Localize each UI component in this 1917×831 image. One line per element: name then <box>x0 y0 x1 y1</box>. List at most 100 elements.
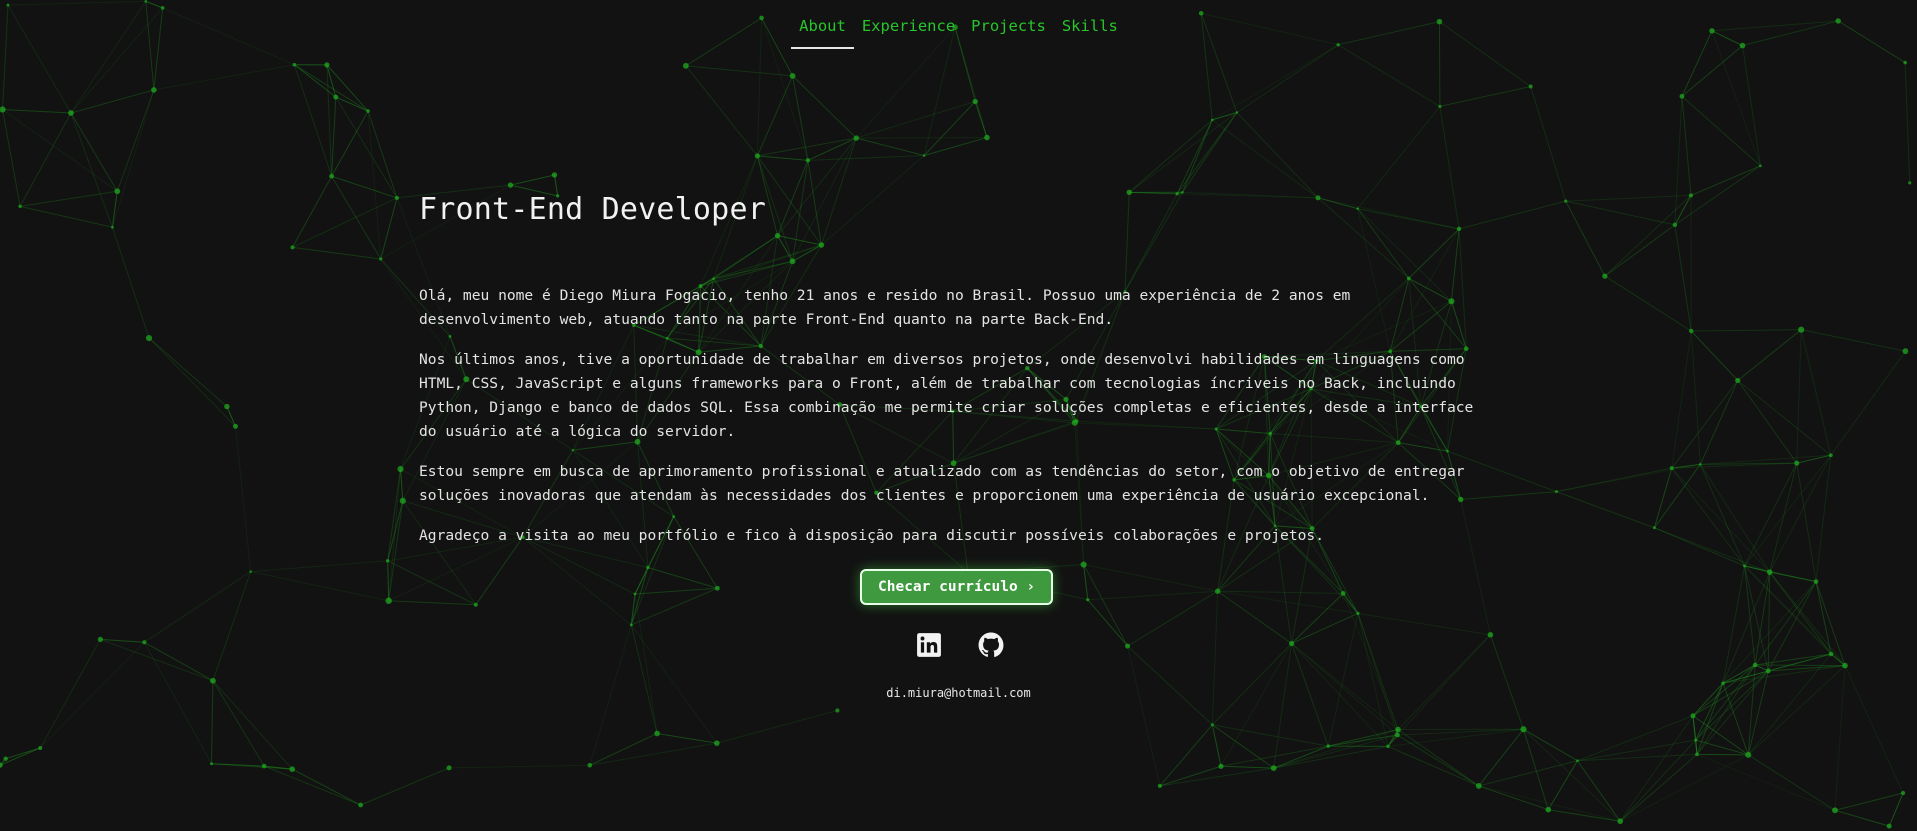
network-node <box>1617 818 1624 825</box>
network-line <box>1478 760 1578 787</box>
network-node <box>160 6 165 10</box>
network-node <box>114 188 121 195</box>
network-node <box>682 62 689 69</box>
network-node <box>1545 806 1552 813</box>
network-line <box>510 174 555 186</box>
network-line <box>1796 463 1817 582</box>
network-line <box>335 96 398 199</box>
network-line <box>331 175 382 260</box>
network-line <box>7 0 146 6</box>
network-line <box>716 709 838 744</box>
network-line <box>400 468 404 501</box>
network-line <box>148 337 236 427</box>
network-node <box>144 0 148 3</box>
network-line <box>293 64 333 177</box>
top-nav: About Experience Projects Skills <box>0 15 1917 49</box>
network-line <box>1397 729 1480 787</box>
network-line <box>1087 599 1128 647</box>
network-node <box>1699 463 1702 466</box>
nav-experience[interactable]: Experience <box>854 15 963 49</box>
check-resume-button[interactable]: Checar currículo › <box>860 569 1054 605</box>
network-line <box>1478 785 1549 811</box>
network-line <box>263 765 361 806</box>
network-line <box>367 111 382 260</box>
network-line <box>1796 329 1802 464</box>
network-line <box>1211 724 1222 767</box>
network-line <box>250 571 389 602</box>
github-icon[interactable] <box>978 632 1004 658</box>
network-node <box>385 597 392 604</box>
network-line <box>335 96 369 112</box>
network-node <box>3 756 8 761</box>
network-line <box>685 65 758 157</box>
network-line <box>1159 765 1222 787</box>
network-line <box>757 155 808 161</box>
network-line <box>294 64 337 98</box>
nav-projects[interactable]: Projects <box>963 15 1054 49</box>
network-line <box>1489 634 1524 730</box>
network-node <box>1475 783 1482 789</box>
network-node <box>853 135 859 141</box>
network-line <box>1478 728 1524 787</box>
nav-about[interactable]: About <box>791 15 854 49</box>
network-node <box>922 154 926 157</box>
network-line <box>70 112 118 192</box>
network-line <box>331 97 337 177</box>
linkedin-icon[interactable] <box>916 632 942 658</box>
network-node <box>1752 662 1758 668</box>
network-node <box>654 730 660 737</box>
thanks-paragraph: Agradeço a visita ao meu portfólio e fic… <box>419 527 1324 544</box>
network-node <box>333 94 339 100</box>
network-node <box>1908 181 1912 185</box>
network-line <box>1696 664 1756 755</box>
network-line <box>211 763 293 770</box>
network-node <box>1832 807 1838 814</box>
network-line <box>1695 670 1769 741</box>
network-line <box>1565 194 1691 202</box>
network-node <box>1695 752 1699 757</box>
network-line <box>143 642 212 764</box>
network-node <box>1602 273 1608 279</box>
network-node <box>1218 763 1224 769</box>
network-line <box>1681 96 1692 196</box>
network-line <box>1556 491 1655 529</box>
network-line <box>387 468 402 561</box>
network-line <box>1769 571 1846 666</box>
network-line <box>1737 380 1798 464</box>
network-line <box>1800 329 1832 456</box>
contact-email: di.miura@hotmail.com <box>886 686 1031 700</box>
network-line <box>1397 634 1491 736</box>
nav-skills[interactable]: Skills <box>1054 15 1126 49</box>
network-line <box>1696 753 1836 811</box>
network-line <box>1619 715 1694 822</box>
network-node <box>224 403 230 410</box>
network-node <box>1766 569 1773 575</box>
network-line <box>1691 329 1802 332</box>
network-line <box>111 89 155 228</box>
network-node <box>1210 118 1214 122</box>
network-node <box>329 173 334 179</box>
network-node <box>1721 681 1725 685</box>
network-line <box>1674 195 1692 226</box>
network-node <box>358 802 364 808</box>
network-node <box>366 109 370 113</box>
network-node <box>249 570 252 573</box>
network-node <box>97 636 103 642</box>
network-line <box>291 768 361 806</box>
network-line <box>1083 564 1129 647</box>
network-line <box>1674 224 1692 332</box>
network-node <box>290 245 295 250</box>
network-line <box>1273 745 1389 769</box>
network-line <box>387 560 390 601</box>
network-line <box>111 191 118 228</box>
network-line <box>1211 119 1319 199</box>
network-node <box>551 172 558 178</box>
network-line <box>1236 44 1339 113</box>
network-node <box>587 762 593 768</box>
network-line <box>856 137 925 157</box>
network-line <box>331 175 398 199</box>
network-node <box>1759 164 1762 168</box>
network-node <box>1520 726 1527 733</box>
network-line <box>1387 745 1479 787</box>
network-line <box>1182 119 1213 193</box>
